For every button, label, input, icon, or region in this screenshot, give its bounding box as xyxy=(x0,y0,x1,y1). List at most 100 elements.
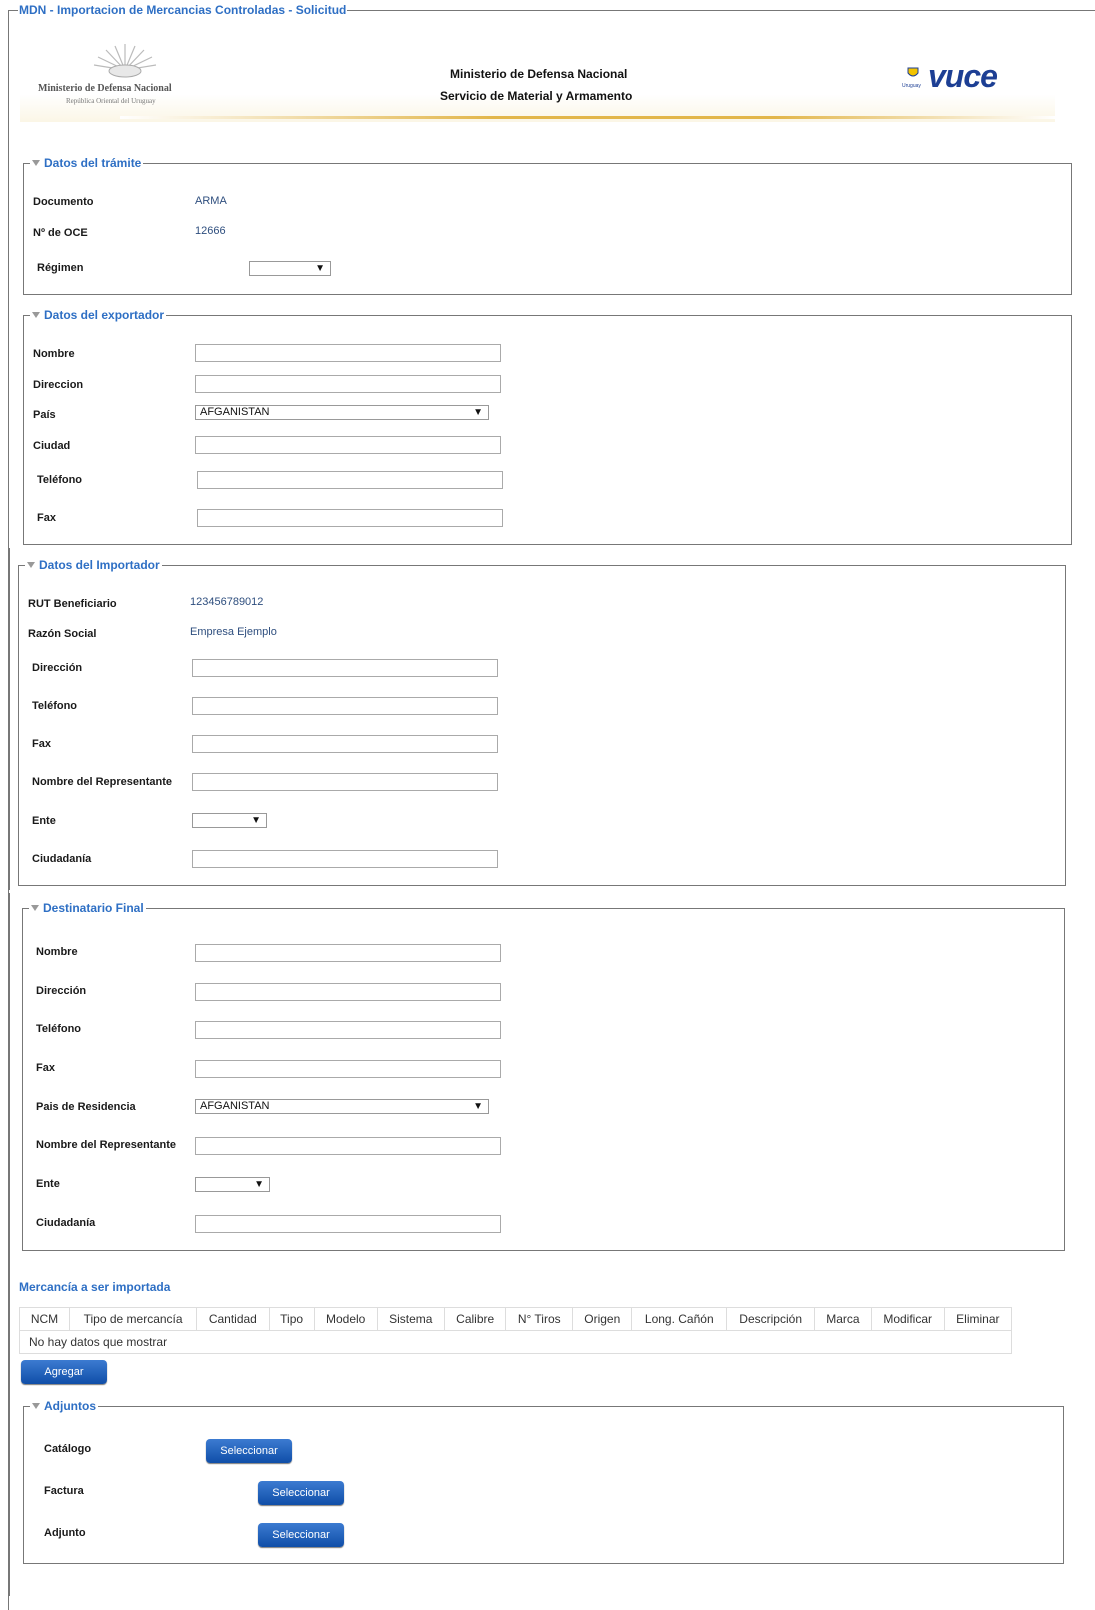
importador-ente-select[interactable]: ▼ xyxy=(192,813,267,828)
column-header[interactable]: N° Tiros xyxy=(505,1307,574,1331)
dropdown-arrow-icon: ▼ xyxy=(473,407,483,418)
importador-telefono-input[interactable] xyxy=(192,697,498,715)
section-adjuntos-title-text: Adjuntos xyxy=(44,1399,96,1413)
section-destinatario-title[interactable]: Destinatario Final xyxy=(29,901,146,915)
rut-label: RUT Beneficiario xyxy=(28,598,117,610)
section-adjuntos xyxy=(23,1406,1064,1564)
catalogo-select-button[interactable]: Seleccionar xyxy=(206,1439,292,1463)
exportador-pais-value: AFGANISTAN xyxy=(200,406,270,418)
column-header[interactable]: Tipo xyxy=(268,1307,315,1331)
column-header[interactable]: Sistema xyxy=(376,1307,445,1331)
razon-social-label: Razón Social xyxy=(28,628,97,640)
section-tramite-title-text: Datos del trámite xyxy=(44,156,142,170)
documento-label: Documento xyxy=(33,196,94,208)
destinatario-direccion-label: Dirección xyxy=(36,985,87,997)
divider-line xyxy=(9,548,10,890)
column-header[interactable]: Origen xyxy=(572,1307,633,1331)
exportador-telefono-label: Teléfono xyxy=(37,474,83,486)
importador-representante-input[interactable] xyxy=(192,773,498,791)
exportador-telefono-input[interactable] xyxy=(197,471,503,489)
exportador-nombre-input[interactable] xyxy=(195,344,501,362)
header-center-line1: Ministerio de Defensa Nacional xyxy=(450,67,628,81)
exportador-direccion-label: Direccion xyxy=(33,379,84,391)
collapse-triangle-icon xyxy=(32,160,40,166)
section-tramite-title[interactable]: Datos del trámite xyxy=(30,156,144,170)
factura-select-button[interactable]: Seleccionar xyxy=(258,1481,344,1505)
column-header[interactable]: Calibre xyxy=(443,1307,507,1331)
destinatario-fax-input[interactable] xyxy=(195,1060,501,1078)
importador-ciudadania-input[interactable] xyxy=(192,850,498,868)
section-tramite xyxy=(23,163,1072,295)
exportador-ciudad-label: Ciudad xyxy=(33,440,71,452)
ministry-logo: Ministerio de Defensa Nacional República… xyxy=(20,30,230,110)
destinatario-telefono-input[interactable] xyxy=(195,1021,501,1039)
column-header[interactable]: Cantidad xyxy=(196,1307,270,1331)
destinatario-nombre-input[interactable] xyxy=(195,944,501,962)
column-header[interactable]: Marca xyxy=(814,1307,872,1331)
destinatario-ciudadania-label: Ciudadanía xyxy=(36,1217,96,1229)
destinatario-fax-label: Fax xyxy=(36,1062,55,1074)
destinatario-pais-select[interactable]: AFGANISTAN ▼ xyxy=(195,1099,489,1114)
section-importador xyxy=(18,565,1066,886)
collapse-triangle-icon xyxy=(31,905,39,911)
destinatario-pais-label: Pais de Residencia xyxy=(36,1101,136,1113)
dropdown-arrow-icon: ▼ xyxy=(251,815,261,826)
mercancia-title: Mercancía a ser importada xyxy=(19,1280,171,1294)
mercancia-header-row: NCM Tipo de mercancía Cantidad Tipo Mode… xyxy=(19,1307,1013,1331)
page-title: MDN - Importacion de Mercancias Controla… xyxy=(18,3,348,17)
shield-icon xyxy=(907,67,919,77)
importador-direccion-input[interactable] xyxy=(192,659,498,677)
destinatario-direccion-input[interactable] xyxy=(195,983,501,1001)
divider-line xyxy=(9,893,10,1596)
destinatario-representante-label: Nombre del Representante xyxy=(36,1139,176,1151)
documento-value: ARMA xyxy=(195,195,227,207)
column-header[interactable]: Modificar xyxy=(870,1307,945,1331)
exportador-direccion-input[interactable] xyxy=(195,375,501,393)
destinatario-ciudadania-input[interactable] xyxy=(195,1215,501,1233)
importador-representante-label: Nombre del Representante xyxy=(32,776,172,788)
column-header[interactable]: NCM xyxy=(19,1307,70,1331)
column-header[interactable]: Eliminar xyxy=(943,1307,1013,1331)
importador-fax-input[interactable] xyxy=(192,735,498,753)
empty-message: No hay datos que mostrar xyxy=(19,1330,1012,1354)
importador-direccion-label: Dirección xyxy=(32,662,83,674)
vuce-text: vuce xyxy=(928,58,998,94)
column-header[interactable]: Modelo xyxy=(313,1307,378,1331)
adjunto-select-button[interactable]: Seleccionar xyxy=(258,1523,344,1547)
section-exportador-title[interactable]: Datos del exportador xyxy=(30,308,167,322)
importador-ente-label: Ente xyxy=(32,815,56,827)
destinatario-ente-label: Ente xyxy=(36,1178,60,1190)
section-importador-title-text: Datos del Importador xyxy=(39,558,160,572)
destinatario-pais-value: AFGANISTAN xyxy=(200,1100,270,1112)
exportador-pais-label: País xyxy=(33,409,56,421)
section-destinatario-title-text: Destinatario Final xyxy=(43,901,144,915)
exportador-nombre-label: Nombre xyxy=(33,348,75,360)
exportador-fax-input[interactable] xyxy=(197,509,503,527)
exportador-fax-label: Fax xyxy=(37,512,56,524)
destinatario-ente-select[interactable]: ▼ xyxy=(195,1177,270,1192)
ministry-logo-line1: Ministerio de Defensa Nacional xyxy=(38,83,172,94)
section-exportador-title-text: Datos del exportador xyxy=(44,308,165,322)
adjunto-label: Adjunto xyxy=(44,1527,86,1539)
column-header[interactable]: Descripción xyxy=(726,1307,816,1331)
collapse-triangle-icon xyxy=(32,1403,40,1409)
header-banner: Ministerio de Defensa Nacional República… xyxy=(20,30,1055,122)
ministry-logo-line2: República Oriental del Uruguay xyxy=(66,97,156,105)
section-destinatario xyxy=(22,908,1065,1251)
exportador-pais-select[interactable]: AFGANISTAN ▼ xyxy=(195,405,489,420)
column-header[interactable]: Long. Cañón xyxy=(631,1307,728,1331)
exportador-ciudad-input[interactable] xyxy=(195,436,501,454)
destinatario-representante-input[interactable] xyxy=(195,1137,501,1155)
dropdown-arrow-icon: ▼ xyxy=(315,263,325,274)
agregar-button[interactable]: Agregar xyxy=(21,1360,107,1384)
section-adjuntos-title[interactable]: Adjuntos xyxy=(30,1399,98,1413)
mercancia-table: NCM Tipo de mercancía Cantidad Tipo Mode… xyxy=(19,1307,1013,1354)
section-importador-title[interactable]: Datos del Importador xyxy=(25,558,162,572)
catalogo-label: Catálogo xyxy=(44,1443,92,1455)
regimen-select[interactable]: ▼ xyxy=(249,261,331,276)
oce-label: Nº de OCE xyxy=(33,227,88,239)
regimen-label: Régimen xyxy=(37,262,84,274)
column-header[interactable]: Tipo de mercancía xyxy=(68,1307,198,1331)
vuce-sub: Uruguay xyxy=(902,83,921,89)
oce-value: 12666 xyxy=(195,225,226,237)
